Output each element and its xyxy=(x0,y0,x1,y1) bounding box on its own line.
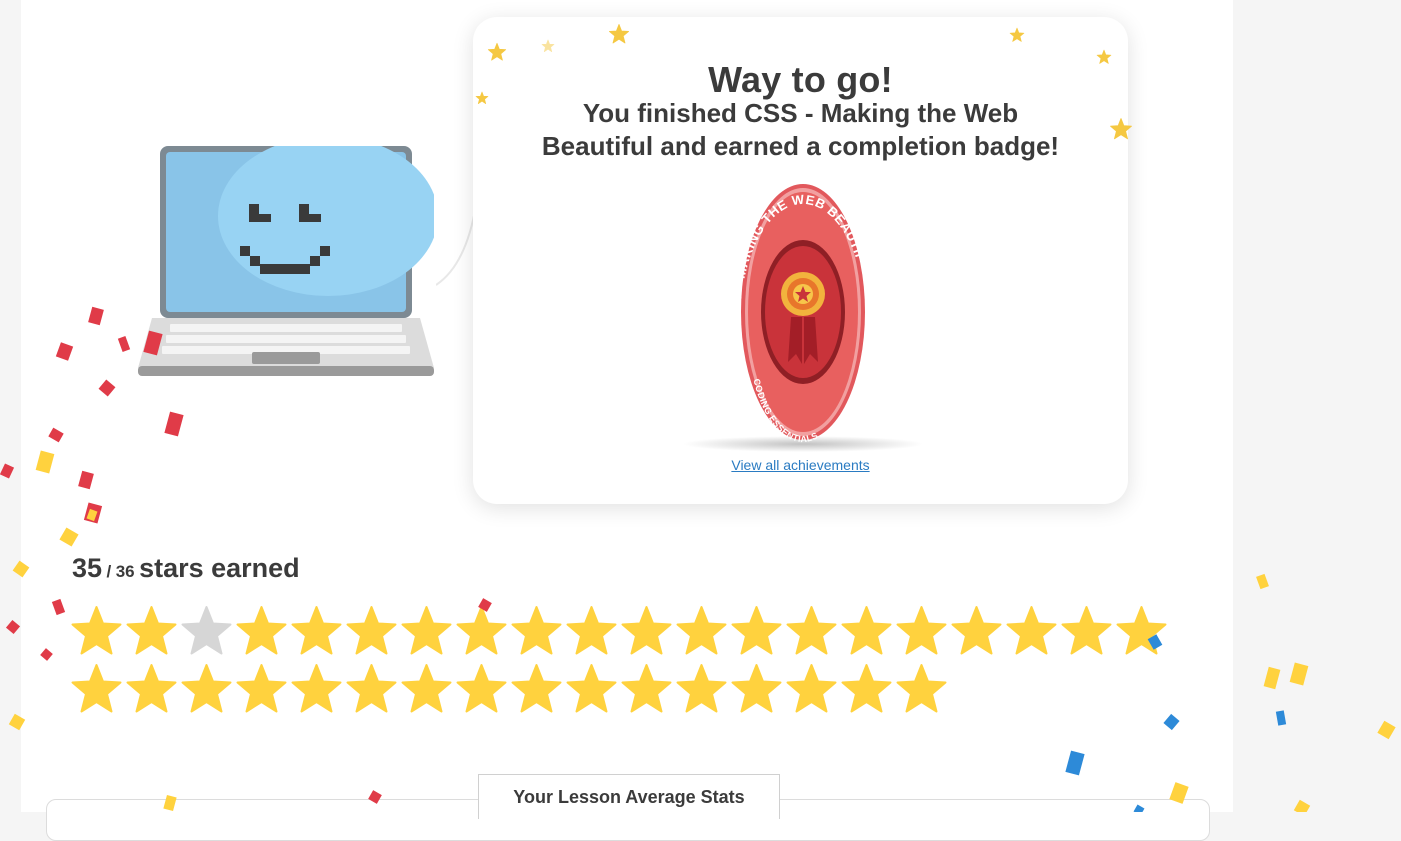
star-filled-icon xyxy=(951,606,1002,655)
laptop-mascot-icon xyxy=(138,146,434,376)
star-filled-icon xyxy=(71,664,122,713)
card-decoration-star-icon xyxy=(609,24,629,44)
star-filled-icon xyxy=(621,664,672,713)
star-filled-icon xyxy=(346,606,397,655)
star-filled-icon xyxy=(291,606,342,655)
stars-row-1 xyxy=(69,604,1169,658)
lesson-stats-tab[interactable]: Your Lesson Average Stats xyxy=(478,774,780,819)
stars-earned-heading: 35 / 36 stars earned xyxy=(72,553,300,584)
card-decoration-star-icon xyxy=(541,39,555,52)
confetti-piece xyxy=(1377,720,1396,740)
card-decoration-star-icon xyxy=(475,91,489,104)
star-filled-icon xyxy=(126,606,177,655)
star-filled-icon xyxy=(676,664,727,713)
star-filled-icon xyxy=(621,606,672,655)
completion-card: Way to go! You finished CSS - Making the… xyxy=(473,17,1132,504)
star-filled-icon xyxy=(1006,606,1057,655)
star-filled-icon xyxy=(731,606,782,655)
card-decoration-star-icon xyxy=(487,42,507,61)
star-filled-icon xyxy=(456,606,507,655)
card-decoration-star-icon xyxy=(1096,49,1112,64)
confetti-piece xyxy=(1289,662,1309,686)
star-filled-icon xyxy=(841,664,892,713)
star-filled-icon xyxy=(1116,606,1167,655)
stars-separator: / xyxy=(106,562,112,581)
star-filled-icon xyxy=(896,664,947,713)
star-empty-icon xyxy=(181,606,232,655)
star-filled-icon xyxy=(71,606,122,655)
star-filled-icon xyxy=(511,664,562,713)
star-filled-icon xyxy=(126,664,177,713)
confetti-piece xyxy=(1256,573,1269,590)
card-title: Way to go! xyxy=(708,59,893,100)
card-decoration-star-icon xyxy=(1110,118,1132,140)
stars-row-2 xyxy=(69,662,949,716)
star-filled-icon xyxy=(731,664,782,713)
star-filled-icon xyxy=(181,664,232,713)
confetti-piece xyxy=(5,619,21,635)
confetti-piece xyxy=(0,463,15,479)
completion-badge: SS - MAKING THE WEB BEAUTIF CODING ESSEN… xyxy=(683,184,923,452)
stars-earned-count: 35 xyxy=(72,553,103,583)
star-filled-icon xyxy=(236,664,287,713)
star-filled-icon xyxy=(676,606,727,655)
star-filled-icon xyxy=(401,664,452,713)
star-filled-icon xyxy=(896,606,947,655)
stars-total-count: 36 xyxy=(115,562,135,581)
star-filled-icon xyxy=(346,664,397,713)
star-filled-icon xyxy=(566,606,617,655)
star-filled-icon xyxy=(401,606,452,655)
card-decoration-star-icon xyxy=(1009,27,1025,42)
star-filled-icon xyxy=(1061,606,1112,655)
stars-earned-label: stars earned xyxy=(139,553,300,583)
view-achievements-link[interactable]: View all achievements xyxy=(473,457,1128,473)
star-filled-icon xyxy=(511,606,562,655)
completion-message: You finished CSS - Making the Web Beauti… xyxy=(541,98,1060,161)
star-filled-icon xyxy=(786,664,837,713)
confetti-piece xyxy=(1263,666,1281,690)
confetti-piece xyxy=(1293,799,1311,812)
confetti-piece xyxy=(1275,710,1287,726)
star-filled-icon xyxy=(291,664,342,713)
star-filled-icon xyxy=(841,606,892,655)
star-filled-icon xyxy=(456,664,507,713)
star-filled-icon xyxy=(236,606,287,655)
star-filled-icon xyxy=(566,664,617,713)
star-filled-icon xyxy=(786,606,837,655)
